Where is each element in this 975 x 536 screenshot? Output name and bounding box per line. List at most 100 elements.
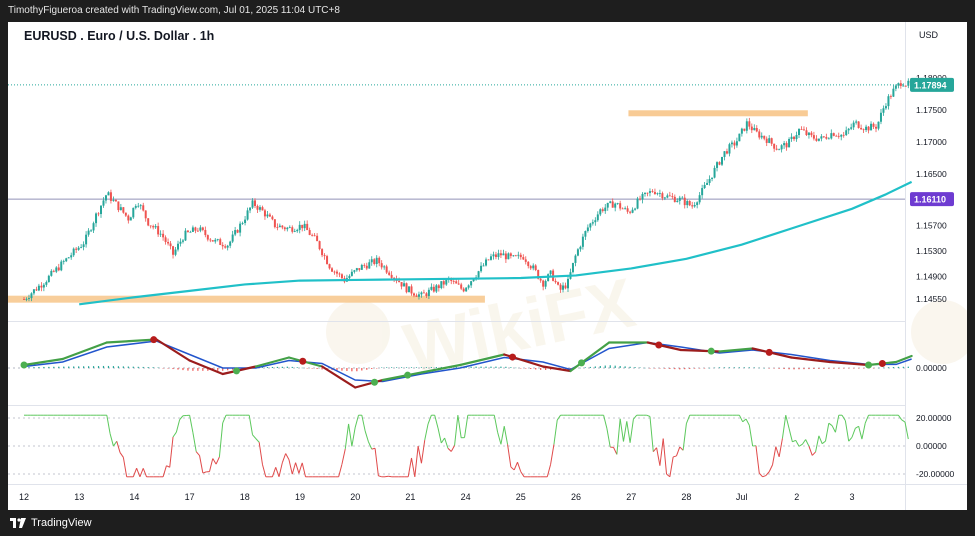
candle-body <box>897 83 900 86</box>
osc-line-segment <box>742 418 747 423</box>
osc-line-segment <box>361 415 366 432</box>
candle-body <box>191 227 194 232</box>
osc-line-segment <box>808 446 813 456</box>
candle-body <box>271 216 274 220</box>
osc-line-segment <box>348 423 353 447</box>
candle-body <box>27 298 30 299</box>
candle-body <box>507 253 510 260</box>
candle-body <box>579 246 582 250</box>
candle-body <box>504 253 507 260</box>
price-tick-label: 1.14550 <box>916 294 947 304</box>
osc-line-segment <box>652 447 657 453</box>
candle-body <box>109 192 112 201</box>
candle-body <box>596 214 599 221</box>
time-axis[interactable]: 12 13 14 17 18 19 20 21 24 25 26 27 28 Jul 2 3 <box>19 492 855 502</box>
macd-histogram-bar <box>674 368 676 370</box>
candle-body <box>795 135 798 140</box>
macd-histogram-bar <box>892 367 894 368</box>
candle-body <box>470 281 473 286</box>
osc-line-segment <box>546 464 552 477</box>
macd-histogram-bar <box>420 367 423 368</box>
macd-histogram-bar <box>157 367 159 368</box>
candle-body <box>489 256 492 260</box>
chart-canvas[interactable]: WikiFX EURUSD . Euro / U.S. Dollar . 1h … <box>8 22 967 510</box>
candle-body <box>445 279 448 285</box>
candle-body <box>70 255 73 258</box>
macd-histogram-bar <box>788 368 790 370</box>
candle-body <box>899 83 902 86</box>
candle-body <box>812 135 815 139</box>
macd-histogram-bar <box>386 367 388 368</box>
candle-body <box>209 239 212 241</box>
macd-line-segment <box>188 359 224 376</box>
macd-histogram-bar <box>579 367 582 369</box>
candle-body <box>132 207 135 218</box>
candle-body <box>870 123 873 131</box>
candle-body <box>291 227 294 232</box>
osc-line-segment <box>139 468 144 477</box>
price-tick-label: 1.15300 <box>916 246 947 256</box>
candle-body <box>331 268 334 272</box>
price-axis[interactable]: USD 1.180001.175001.170001.165001.157001… <box>910 30 954 304</box>
macd-histogram-bar <box>733 367 736 368</box>
osc-line-segment <box>795 440 800 447</box>
macd-histogram-bar <box>808 368 810 370</box>
candle-body <box>485 259 488 266</box>
osc-line-segment <box>301 462 307 477</box>
candle-body <box>333 271 336 273</box>
macd-histogram-bar <box>127 366 129 368</box>
candle-body <box>497 253 500 258</box>
macd-histogram-bar <box>177 368 179 370</box>
candle-body <box>25 298 28 300</box>
candle-body <box>830 133 833 139</box>
bearish-cross-dot <box>655 341 663 349</box>
candle-body <box>338 273 341 275</box>
osc-line-segment <box>281 453 287 463</box>
macd-histogram-bar <box>311 368 313 369</box>
macd-histogram-bar <box>137 366 139 368</box>
candle-body <box>666 195 669 198</box>
candle-body <box>37 285 40 291</box>
osc-line-segment <box>497 432 502 445</box>
candle-body <box>77 247 80 250</box>
candle-body <box>706 182 709 185</box>
osc-line-segment <box>295 462 300 474</box>
candle-body <box>626 208 629 212</box>
candle-body <box>244 219 247 224</box>
macd-histogram-bar <box>391 367 393 368</box>
candle-body <box>773 143 776 149</box>
macd-histogram-bar <box>83 366 85 368</box>
osc-line-segment <box>675 446 681 457</box>
candle-body <box>738 133 741 142</box>
candle-body <box>102 200 105 206</box>
osc-line-segment <box>278 462 283 477</box>
moving-average <box>79 180 913 306</box>
chart-area[interactable]: WikiFX EURUSD . Euro / U.S. Dollar . 1h … <box>8 22 967 510</box>
candle-body <box>730 142 733 145</box>
candle-body <box>415 295 418 297</box>
candle-body <box>894 85 897 89</box>
osc-line-segment <box>864 415 870 424</box>
candle-body <box>422 292 425 294</box>
time-tick-label: 20 <box>350 492 360 502</box>
candle-body <box>432 286 435 292</box>
candle-body <box>112 199 115 201</box>
macd-line-segment <box>61 341 108 361</box>
osc-line-segment <box>116 441 121 453</box>
macd-histogram-bar <box>117 366 119 368</box>
candle-body <box>127 215 130 221</box>
candle-body <box>557 282 560 285</box>
candle-body <box>417 294 420 297</box>
candle-body <box>85 234 88 245</box>
candle-body <box>159 233 162 235</box>
candle-body <box>775 148 778 150</box>
candle-body <box>23 299 25 300</box>
candle-body <box>266 214 269 217</box>
candle-body <box>355 268 358 271</box>
candle-body <box>425 293 428 297</box>
macd-histogram-bar <box>798 368 800 370</box>
macd-histogram-bar <box>112 366 115 368</box>
time-tick-label: 13 <box>74 492 84 502</box>
candle-body <box>214 239 217 242</box>
horizontal-level[interactable] <box>8 84 905 200</box>
